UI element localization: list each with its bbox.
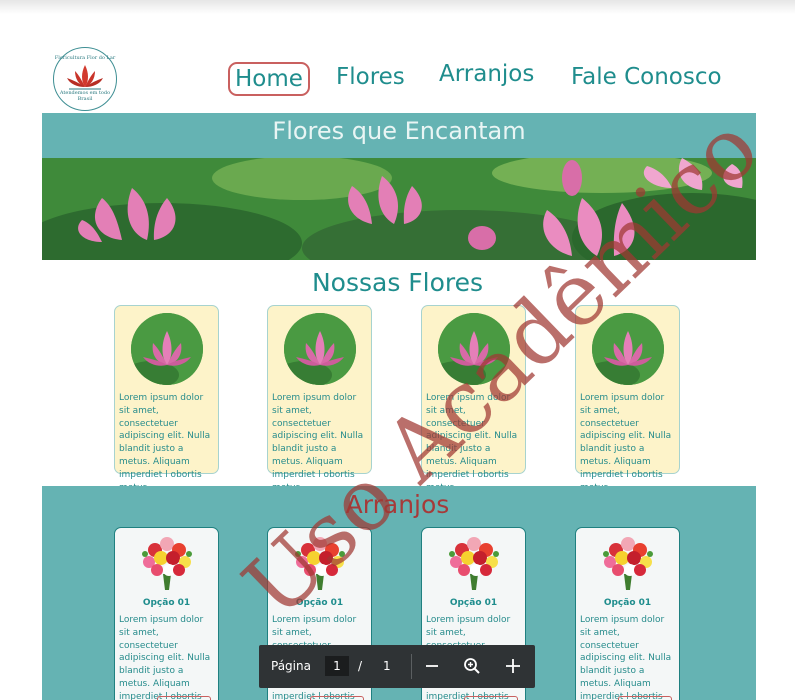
flower-bouquet-icon: [142, 537, 192, 590]
nav-arranjos[interactable]: Arranjos: [439, 61, 534, 87]
page-label: Página: [271, 659, 311, 673]
page-separator: /: [358, 659, 363, 673]
flower-card-text: Lorem ipsum dolor sit amet, consectetuer…: [119, 393, 211, 493]
pdf-toolbar: Página 1 / 1: [259, 645, 535, 688]
flower-bouquet-icon: [603, 537, 653, 590]
logo-text-bottom: Atendemos em todo Brasil: [59, 90, 111, 102]
arranjo-card-button[interactable]: [464, 696, 518, 700]
arranjo-card-text: Lorem ipsum dolor sit amet, consectetuer…: [580, 615, 672, 700]
lotus-flower-image: [131, 313, 203, 385]
hero-title: Flores que Encantam: [272, 117, 526, 145]
lotus-flower-icon: [131, 313, 203, 385]
plus-icon[interactable]: [503, 656, 523, 676]
nav-home[interactable]: Home: [228, 62, 310, 96]
zoom-icon[interactable]: [462, 656, 482, 676]
lotus-flower-icon: [284, 313, 356, 385]
minus-icon[interactable]: [422, 656, 442, 676]
arranjo-card-button[interactable]: [618, 696, 672, 700]
logo[interactable]: Floricultura Flor do Lar Atendemos em to…: [53, 47, 117, 111]
arranjo-card-button[interactable]: [157, 696, 211, 700]
arranjo-card-title: Opção 01: [449, 598, 498, 608]
nav-fale-conosco[interactable]: Fale Conosco: [571, 64, 722, 90]
lotus-flower-image: [284, 313, 356, 385]
arranjo-card-title: Opção 01: [603, 598, 652, 608]
top-shadow: [0, 0, 795, 14]
page-number-input[interactable]: 1: [325, 656, 349, 676]
flower-card: Lorem ipsum dolor sit amet, consectetuer…: [114, 305, 219, 493]
arranjo-card: Opção 01 Lorem ipsum dolor sit amet, con…: [575, 527, 680, 700]
arranjo-card-button[interactable]: [310, 696, 364, 700]
arranjo-card-title: Opção 01: [142, 598, 191, 608]
arranjo-card-text: Lorem ipsum dolor sit amet, consectetuer…: [119, 615, 211, 700]
toolbar-divider: [411, 654, 412, 679]
flower-card-text: Lorem ipsum dolor sit amet, consectetuer…: [580, 393, 672, 493]
flores-section-title: Nossas Flores: [311, 268, 484, 297]
nav-flores[interactable]: Flores: [336, 64, 405, 90]
hero-band: Flores que Encantam: [42, 113, 756, 158]
arranjo-card: Opção 01 Lorem ipsum dolor sit amet, con…: [114, 527, 219, 700]
flower-bouquet-icon: [449, 537, 499, 590]
total-pages: 1: [383, 659, 391, 673]
